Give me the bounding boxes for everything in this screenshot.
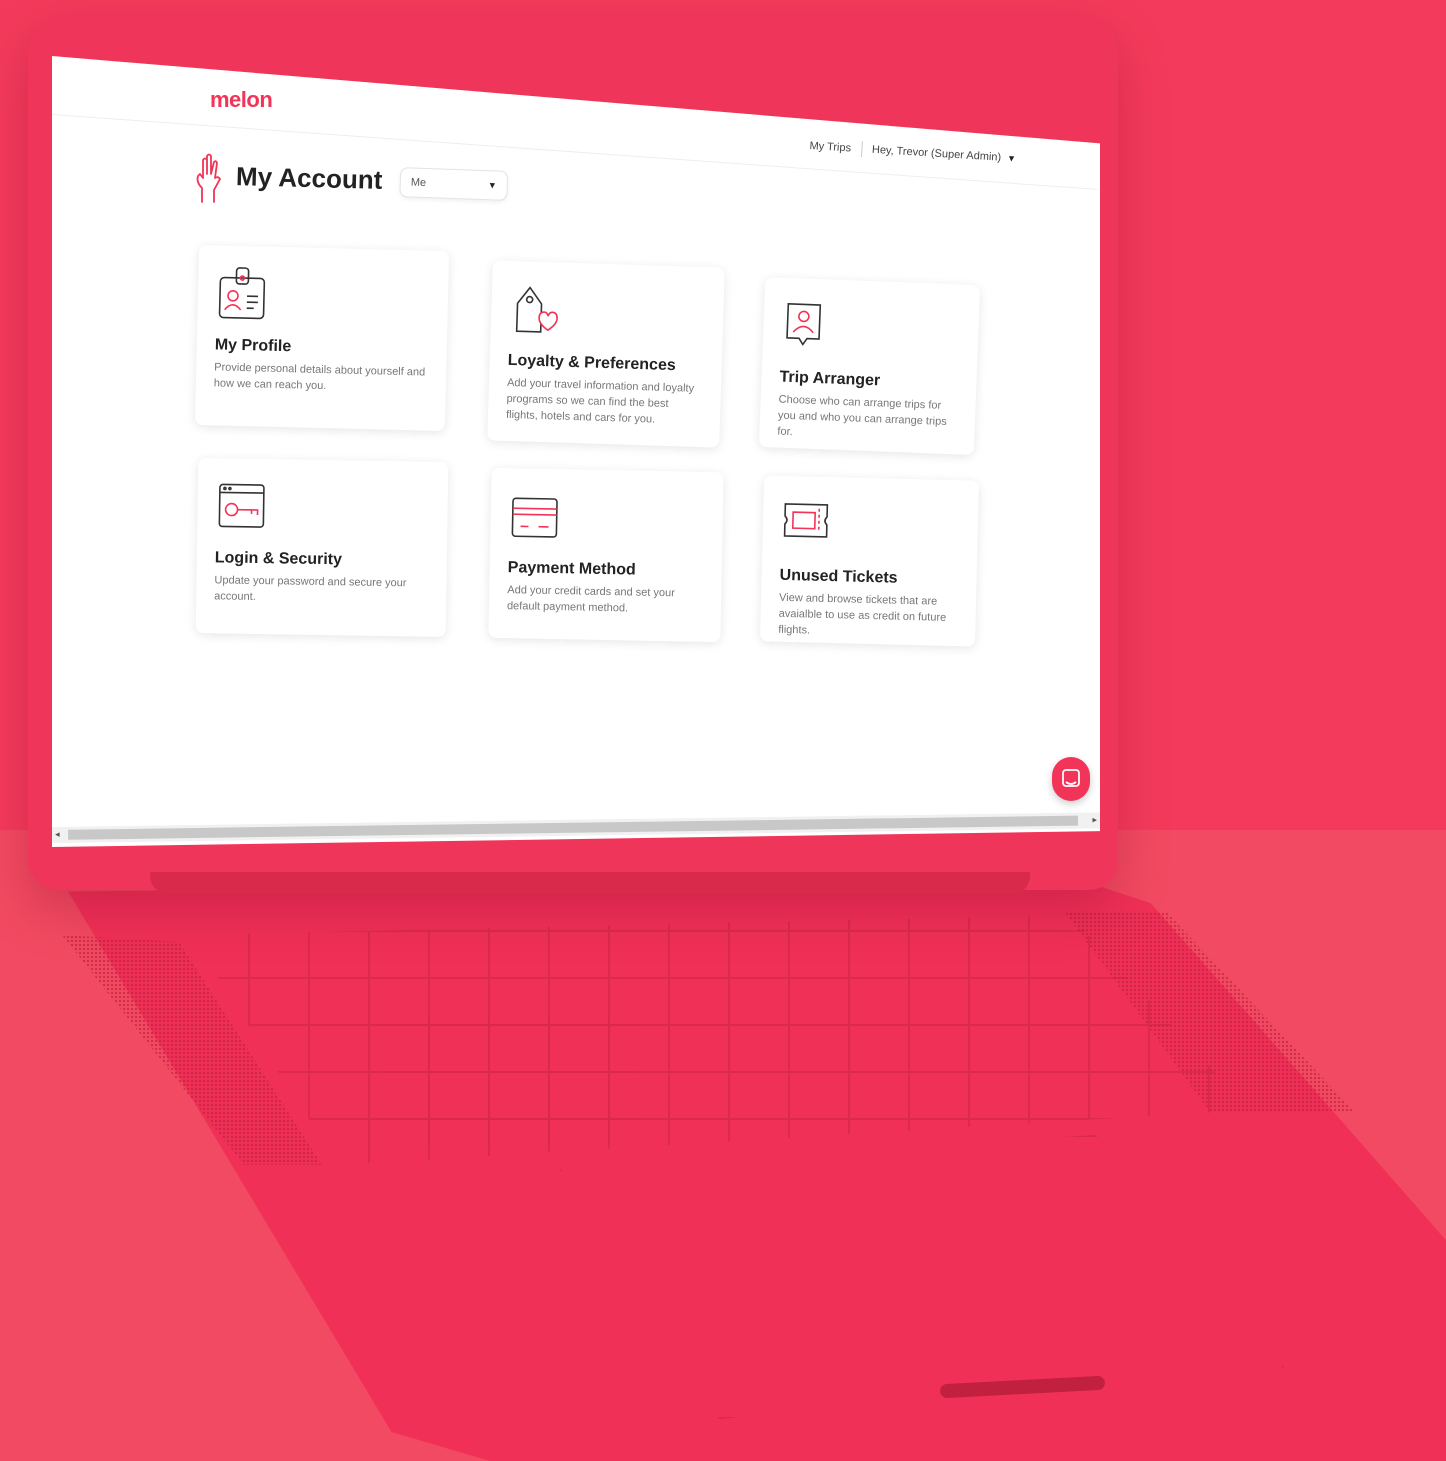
card-unused-tickets[interactable]: Unused Tickets View and browse tickets t… — [760, 475, 979, 647]
scroll-left-icon[interactable]: ◂ — [55, 829, 60, 840]
card-title: Loyalty & Preferences — [507, 351, 677, 375]
card-loyalty-preferences[interactable]: Loyalty & Preferences Add your travel in… — [487, 260, 725, 448]
laptop-hinge — [150, 872, 1030, 894]
my-trips-link[interactable]: My Trips — [809, 140, 851, 155]
chat-icon — [1062, 769, 1080, 787]
user-menu[interactable]: Hey, Trevor (Super Admin) ▼ — [872, 144, 1017, 165]
card-title: My Profile — [214, 336, 292, 356]
chevron-down-icon: ▼ — [488, 180, 498, 191]
card-login-security[interactable]: Login & Security Update your password an… — [195, 458, 449, 637]
brand-logo[interactable]: melon — [210, 87, 273, 113]
id-badge-icon — [218, 267, 266, 320]
card-description: Choose who can arrange trips for you and… — [777, 393, 947, 438]
card-description: Add your credit cards and set your defau… — [506, 584, 675, 615]
credit-card-icon — [511, 497, 558, 538]
peace-hand-icon — [196, 153, 221, 203]
page-header: My Account Me ▼ — [192, 152, 509, 204]
card-description: Update your password and secure your acc… — [214, 574, 407, 603]
card-title: Unused Tickets — [779, 566, 898, 587]
key-window-icon — [218, 483, 265, 528]
account-selector-value: Me — [410, 176, 427, 190]
card-title: Login & Security — [214, 549, 343, 569]
card-description: Provide personal details about yourself … — [213, 361, 426, 393]
nav-separator — [860, 141, 863, 158]
card-title: Payment Method — [507, 559, 636, 579]
top-nav: My Trips Hey, Trevor (Super Admin) ▼ — [809, 138, 1016, 167]
card-my-profile[interactable]: My Profile Provide personal details abou… — [194, 244, 450, 432]
user-bubble-icon — [786, 303, 822, 346]
card-description: Add your travel information and loyalty … — [505, 376, 695, 426]
card-description: View and browse tickets that are avaialb… — [778, 591, 947, 637]
page-title: My Account — [235, 160, 383, 195]
user-greeting: Hey, Trevor (Super Admin) — [871, 143, 1002, 164]
heart-tag-icon — [515, 286, 558, 333]
card-trip-arranger[interactable]: Trip Arranger Choose who can arrange tri… — [758, 276, 981, 456]
card-payment-method[interactable]: Payment Method Add your credit cards and… — [488, 467, 724, 643]
chevron-down-icon: ▼ — [1006, 153, 1017, 164]
app-screen: melon My Trips Hey, Trevor (Super Admin)… — [52, 55, 1100, 847]
ticket-icon — [783, 503, 829, 538]
card-title: Trip Arranger — [779, 368, 881, 390]
scroll-right-icon[interactable]: ▸ — [1092, 814, 1097, 825]
account-selector[interactable]: Me ▼ — [399, 167, 509, 201]
chat-button[interactable] — [1052, 757, 1090, 801]
